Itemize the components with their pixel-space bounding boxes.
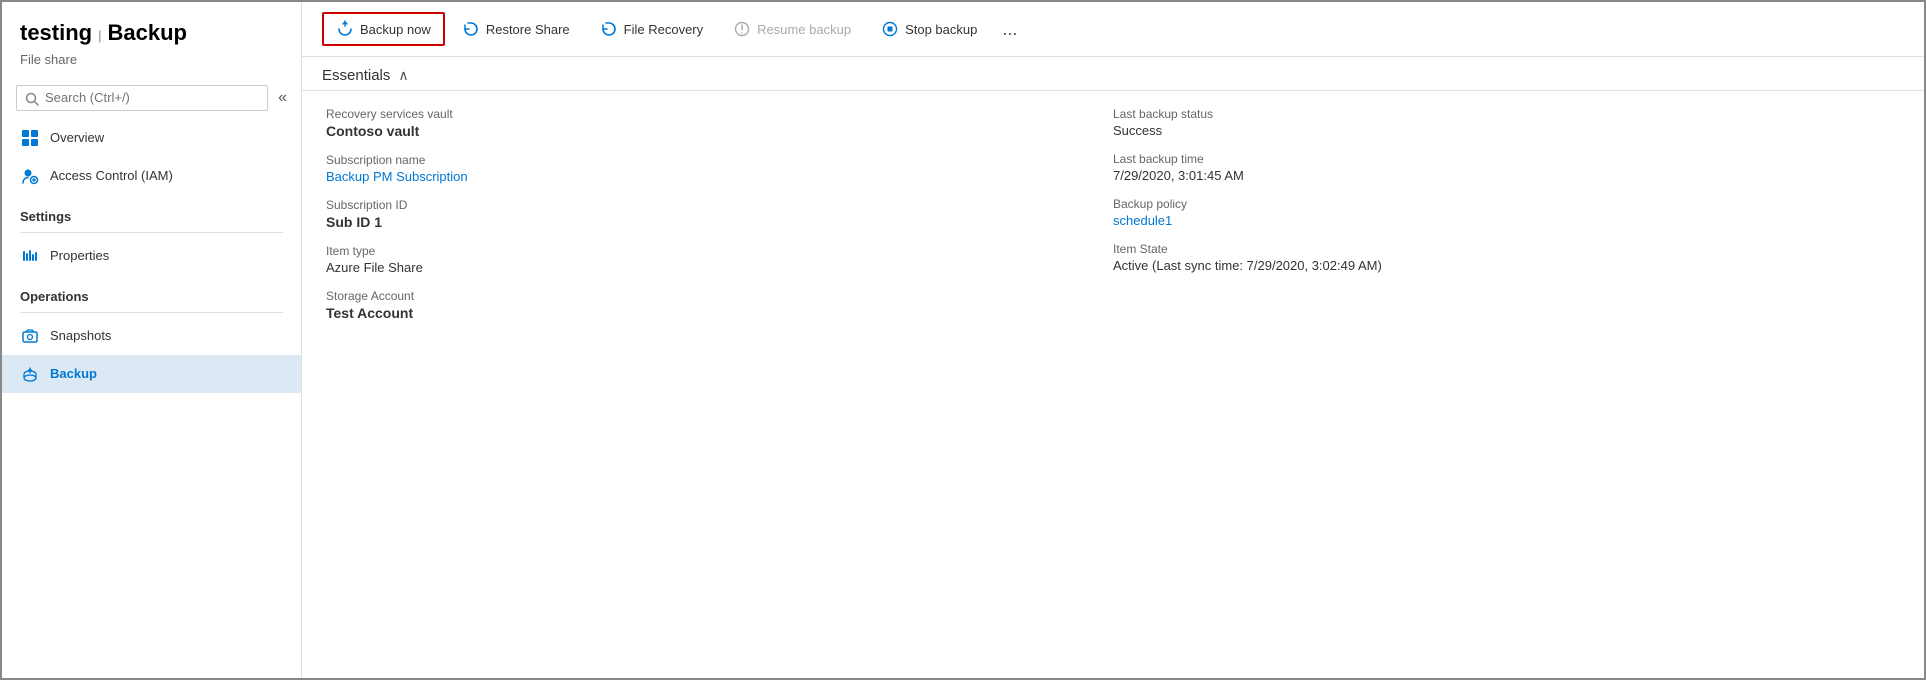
detail-subscription-id: Subscription ID Sub ID 1 [326, 198, 1113, 230]
last-backup-status-value: Success [1113, 123, 1900, 138]
restore-icon [462, 20, 480, 38]
operations-section-label: Operations [2, 275, 301, 308]
search-input[interactable] [45, 90, 259, 105]
last-backup-time-label: Last backup time [1113, 152, 1900, 166]
sidebar-item-overview[interactable]: Overview [2, 119, 301, 157]
search-icon [25, 90, 39, 106]
essentials-header: Essentials ∧ [302, 57, 1924, 90]
resource-type: File share [2, 50, 301, 77]
storage-account-label: Storage Account [326, 289, 1113, 303]
backup-now-icon [336, 20, 354, 38]
storage-account-value: Test Account [326, 305, 1113, 321]
resume-backup-label: Resume backup [757, 22, 851, 37]
file-recovery-icon [600, 20, 618, 38]
subscription-name-label: Subscription name [326, 153, 1113, 167]
item-state-value: Active (Last sync time: 7/29/2020, 3:02:… [1113, 258, 1900, 273]
essentials-title: Essentials [322, 67, 390, 84]
detail-storage-account: Storage Account Test Account [326, 289, 1113, 321]
overview-icon [20, 128, 40, 148]
backup-now-button[interactable]: Backup now [322, 12, 445, 46]
page-header: testing | Backup [2, 2, 301, 50]
sidebar-item-properties-label: Properties [50, 248, 109, 263]
main-content: Backup now Restore Share [302, 2, 1924, 678]
essentials-chevron-icon[interactable]: ∧ [398, 67, 408, 84]
subscription-id-label: Subscription ID [326, 198, 1113, 212]
detail-last-backup-time: Last backup time 7/29/2020, 3:01:45 AM [1113, 152, 1900, 183]
detail-backup-policy: Backup policy schedule1 [1113, 197, 1900, 228]
search-row: « [2, 77, 301, 119]
details-grid: Recovery services vault Contoso vault Su… [302, 91, 1924, 678]
details-left-col: Recovery services vault Contoso vault Su… [326, 107, 1113, 662]
details-right-col: Last backup status Success Last backup t… [1113, 107, 1900, 662]
search-box[interactable] [16, 85, 268, 111]
item-type-value: Azure File Share [326, 260, 1113, 275]
stop-icon [881, 20, 899, 38]
title-separator: | [98, 28, 101, 43]
backup-now-label: Backup now [360, 22, 431, 37]
app-container: testing | Backup File share « [0, 0, 1926, 680]
sidebar-item-iam-label: Access Control (IAM) [50, 168, 173, 183]
restore-share-label: Restore Share [486, 22, 570, 37]
sidebar-item-properties[interactable]: Properties [2, 237, 301, 275]
detail-subscription-name: Subscription name Backup PM Subscription [326, 153, 1113, 184]
resume-backup-button[interactable]: Resume backup [720, 13, 864, 45]
sidebar-item-snapshots-label: Snapshots [50, 328, 111, 343]
sidebar: testing | Backup File share « [2, 2, 302, 678]
sidebar-nav: Overview Access Control (IAM) Settings [2, 119, 301, 678]
item-state-label: Item State [1113, 242, 1900, 256]
collapse-button[interactable]: « [274, 87, 291, 109]
restore-share-button[interactable]: Restore Share [449, 13, 583, 45]
subscription-id-value: Sub ID 1 [326, 214, 1113, 230]
toolbar: Backup now Restore Share [302, 2, 1924, 57]
sidebar-item-backup[interactable]: Backup [2, 355, 301, 393]
backup-policy-value[interactable]: schedule1 [1113, 213, 1172, 228]
vault-value: Contoso vault [326, 123, 1113, 139]
resume-icon [733, 20, 751, 38]
properties-icon [20, 246, 40, 266]
page-title: Backup [108, 20, 187, 45]
item-type-label: Item type [326, 244, 1113, 258]
file-recovery-button[interactable]: File Recovery [587, 13, 716, 45]
settings-section-label: Settings [2, 195, 301, 228]
file-recovery-label: File Recovery [624, 22, 703, 37]
detail-last-backup-status: Last backup status Success [1113, 107, 1900, 138]
stop-backup-button[interactable]: Stop backup [868, 13, 990, 45]
sidebar-item-snapshots[interactable]: Snapshots [2, 317, 301, 355]
stop-backup-label: Stop backup [905, 22, 977, 37]
vault-label: Recovery services vault [326, 107, 1113, 121]
detail-item-type: Item type Azure File Share [326, 244, 1113, 275]
backup-policy-label: Backup policy [1113, 197, 1900, 211]
last-backup-time-value: 7/29/2020, 3:01:45 AM [1113, 168, 1900, 183]
sidebar-item-iam[interactable]: Access Control (IAM) [2, 157, 301, 195]
snapshots-icon [20, 326, 40, 346]
settings-divider [20, 232, 283, 233]
last-backup-status-label: Last backup status [1113, 107, 1900, 121]
more-button[interactable]: ... [994, 15, 1025, 44]
sidebar-item-backup-label: Backup [50, 366, 97, 381]
sidebar-item-overview-label: Overview [50, 130, 104, 145]
iam-icon [20, 166, 40, 186]
detail-vault: Recovery services vault Contoso vault [326, 107, 1113, 139]
detail-item-state: Item State Active (Last sync time: 7/29/… [1113, 242, 1900, 273]
subscription-name-value[interactable]: Backup PM Subscription [326, 169, 468, 184]
operations-divider [20, 312, 283, 313]
resource-name: testing [20, 20, 92, 45]
backup-icon [20, 364, 40, 384]
